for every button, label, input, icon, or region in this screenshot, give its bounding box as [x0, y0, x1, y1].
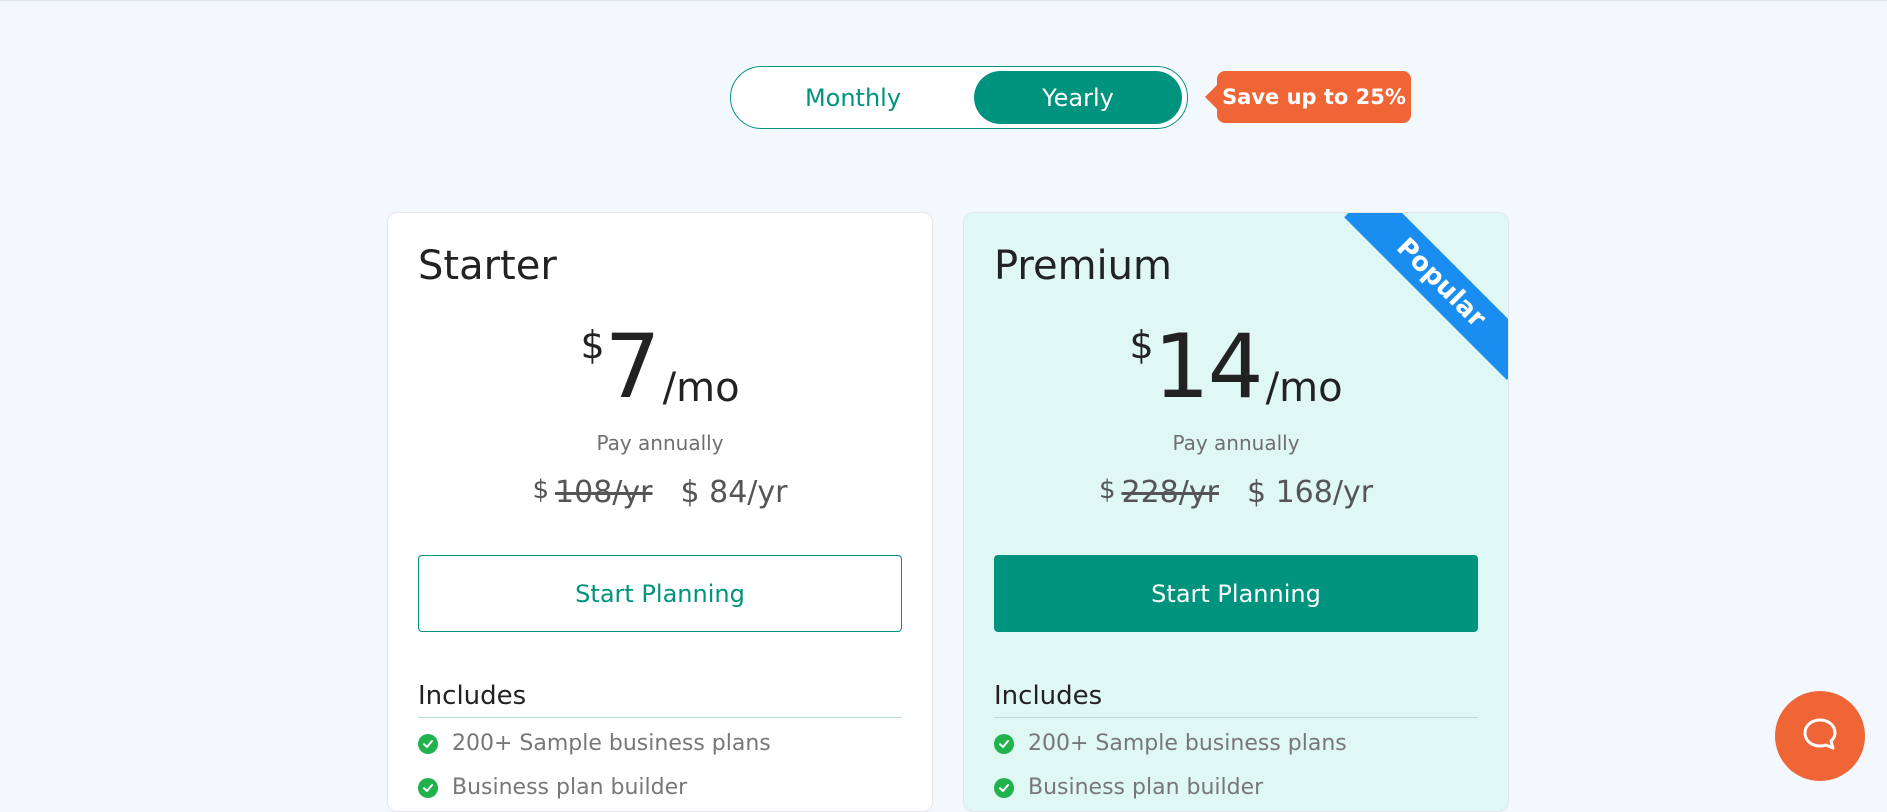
pay-note: Pay annually — [1172, 431, 1300, 455]
old-price-currency: $ — [1098, 475, 1116, 505]
price-currency: $ — [1129, 323, 1154, 367]
start-planning-button[interactable]: Start Planning — [418, 555, 902, 632]
top-divider — [0, 0, 1887, 1]
feature-label: 200+ Sample business plans — [452, 731, 771, 756]
pay-note: Pay annually — [596, 431, 724, 455]
price-period: /mo — [1265, 365, 1343, 411]
feature-item: Business plan builder — [418, 775, 687, 800]
check-icon — [994, 777, 1014, 798]
feature-item: 200+ Sample business plans — [418, 731, 771, 756]
yearly-price-line: $ 108/yr $ 84/yr — [388, 475, 932, 510]
check-icon — [418, 777, 438, 798]
plan-price: $ 14 /mo — [964, 321, 1508, 413]
start-planning-button[interactable]: Start Planning — [994, 555, 1478, 632]
toggle-monthly[interactable]: Monthly — [735, 71, 971, 124]
check-icon — [418, 733, 438, 754]
feature-label: Business plan builder — [1028, 775, 1264, 800]
plan-card-starter: Starter $ 7 /mo Pay annually $ 108/yr $ … — [387, 212, 933, 812]
old-price-currency: $ — [532, 475, 550, 505]
plan-name: Premium — [994, 243, 1172, 289]
plan-price: $ 7 /mo — [388, 321, 932, 413]
yearly-price-line: $ 228/yr $ 168/yr — [964, 475, 1508, 510]
save-badge: Save up to 25% — [1205, 71, 1411, 123]
feature-label: 200+ Sample business plans — [1028, 731, 1347, 756]
feature-item: Business plan builder — [994, 775, 1263, 800]
feature-label: Business plan builder — [452, 775, 688, 800]
includes-heading: Includes — [418, 681, 902, 718]
includes-heading: Includes — [994, 681, 1478, 718]
price-currency: $ — [580, 323, 605, 367]
new-yearly-price: $ 168/yr — [1246, 475, 1374, 510]
new-yearly-price: $ 84/yr — [680, 475, 788, 510]
price-amount: 7 — [604, 315, 661, 418]
price-amount: 14 — [1153, 315, 1264, 418]
chat-button[interactable] — [1775, 691, 1865, 781]
check-icon — [994, 733, 1014, 754]
toggle-yearly[interactable]: Yearly — [974, 71, 1182, 124]
price-period: /mo — [662, 365, 740, 411]
old-yearly-price: 108/yr — [555, 475, 653, 510]
billing-toggle[interactable]: Monthly Yearly — [730, 66, 1188, 129]
chat-bubble-icon — [1800, 714, 1840, 758]
plan-card-premium: Popular Premium $ 14 /mo Pay annually $ … — [963, 212, 1509, 812]
feature-item: 200+ Sample business plans — [994, 731, 1347, 756]
old-yearly-price: 228/yr — [1121, 475, 1219, 510]
plan-name: Starter — [418, 243, 557, 289]
